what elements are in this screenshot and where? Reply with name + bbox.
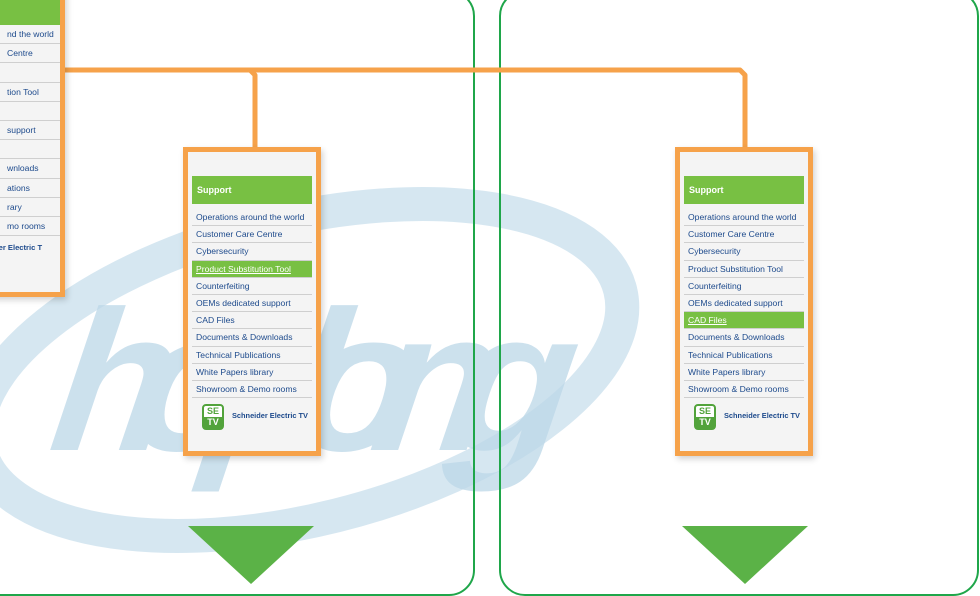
icon-bottom-text: TV xyxy=(696,417,714,428)
menu-item[interactable]: CAD Files xyxy=(684,312,804,330)
schneider-tv-link[interactable]: Schneider Electric TV xyxy=(724,411,800,420)
cropped-menu-list: nd the world Centre tion Tool support wnload… xyxy=(0,25,60,237)
menu-item[interactable]: Customer Care Centre xyxy=(192,226,312,244)
menu-item[interactable]: Showroom & Demo rooms xyxy=(684,381,804,399)
menu-item[interactable]: Cybersecurity xyxy=(684,243,804,261)
cropped-menu-item[interactable]: wnloads xyxy=(0,159,60,179)
cropped-menu-item[interactable] xyxy=(0,140,60,160)
schneider-tv-link[interactable]: Schneider Electric TV xyxy=(232,411,308,420)
menu-item[interactable]: Documents & Downloads xyxy=(192,329,312,347)
menu-item[interactable]: CAD Files xyxy=(192,312,312,330)
menu-item[interactable]: Cybersecurity xyxy=(192,243,312,261)
support-menu-right: Support Operations around the world Custo… xyxy=(675,147,813,456)
menu-item[interactable]: Product Substitution Tool xyxy=(192,260,312,278)
menu-header: Support xyxy=(684,176,804,204)
menu-item[interactable]: Technical Publications xyxy=(684,347,804,364)
menu-item[interactable]: White Papers library xyxy=(684,364,804,381)
menu-item[interactable]: White Papers library xyxy=(192,364,312,381)
icon-top-text: SE xyxy=(206,406,219,416)
menu-item[interactable]: OEMs dedicated support xyxy=(684,295,804,313)
menu-item[interactable]: Operations around the world xyxy=(684,209,804,227)
cropped-footer-label: neider Electric T xyxy=(0,243,43,252)
down-arrow-icon-right xyxy=(682,526,808,584)
menu-footer: SE TV Schneider Electric TV xyxy=(192,402,312,432)
cropped-menu-header xyxy=(0,0,60,25)
cropped-menu-item[interactable]: nd the world xyxy=(0,25,60,45)
icon-top-text: SE xyxy=(698,406,711,416)
connector-lines xyxy=(60,67,748,150)
menu-item[interactable]: Customer Care Centre xyxy=(684,226,804,244)
schneider-tv-icon[interactable]: SE TV xyxy=(694,404,716,430)
menu-item[interactable]: Product Substitution Tool xyxy=(684,261,804,278)
menu-footer: SE TV Schneider Electric TV xyxy=(684,402,804,432)
cropped-menu-item[interactable]: Centre xyxy=(0,44,60,64)
menu-item[interactable]: OEMs dedicated support xyxy=(192,295,312,313)
schneider-tv-icon[interactable]: SE TV xyxy=(202,404,224,430)
cropped-menu-item[interactable]: mo rooms xyxy=(0,217,60,237)
cropped-menu-item[interactable] xyxy=(0,102,60,121)
icon-bottom-text: TV xyxy=(204,417,222,428)
menu-item[interactable]: Counterfeiting xyxy=(192,278,312,295)
cropped-menu-item[interactable]: ations xyxy=(0,179,60,198)
cropped-menu-item[interactable]: tion Tool xyxy=(0,83,60,102)
menu-item[interactable]: Operations around the world xyxy=(192,209,312,227)
menu-item[interactable]: Documents & Downloads xyxy=(684,329,804,347)
menu-header: Support xyxy=(192,176,312,204)
down-arrow-icon-left xyxy=(188,526,314,584)
cropped-menu-item[interactable] xyxy=(0,63,60,83)
menu-item[interactable]: Technical Publications xyxy=(192,347,312,364)
menu-item[interactable]: Showroom & Demo rooms xyxy=(192,381,312,399)
menu-item[interactable]: Counterfeiting xyxy=(684,278,804,295)
menu-list: Operations around the world Customer Care… xyxy=(192,209,312,399)
cropped-menu-card: nd the world Centre tion Tool support wnload… xyxy=(0,0,65,297)
menu-list: Operations around the world Customer Care… xyxy=(684,209,804,399)
support-menu-left: Support Operations around the world Custo… xyxy=(183,147,321,456)
cropped-menu-item[interactable]: support xyxy=(0,121,60,141)
cropped-menu-item[interactable]: rary xyxy=(0,198,60,217)
